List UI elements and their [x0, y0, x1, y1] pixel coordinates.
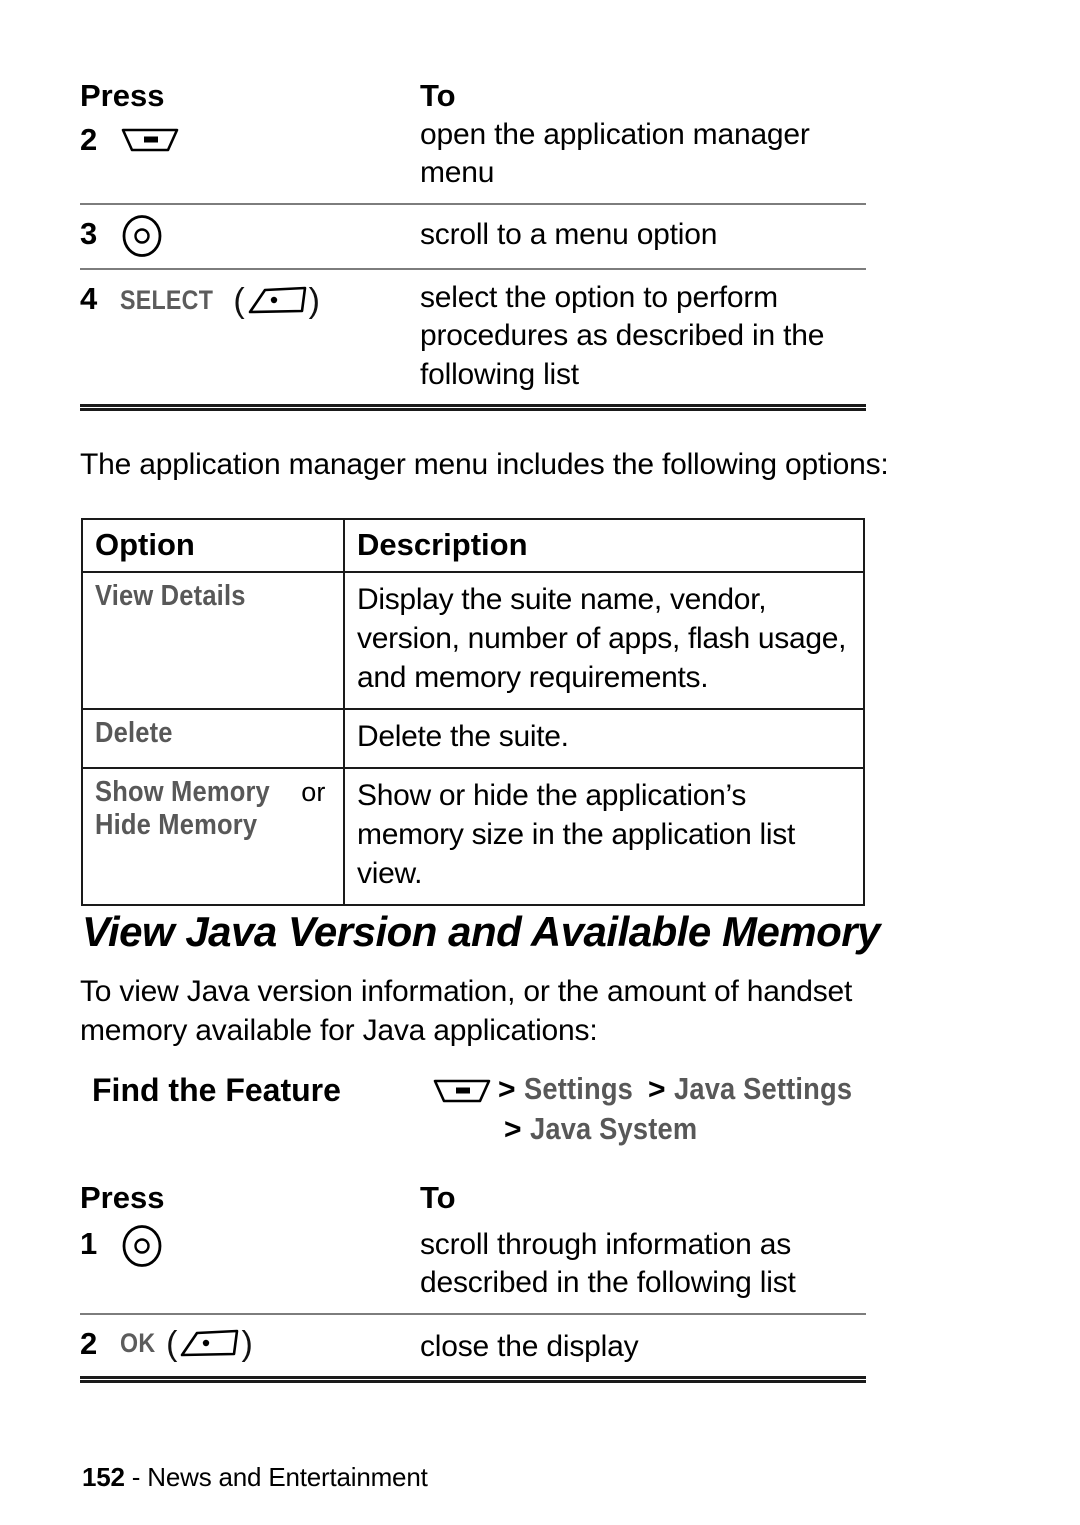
- to-cell: close the display: [420, 1320, 866, 1366]
- section-intro-paragraph: To view Java version information, or the…: [80, 975, 853, 1047]
- to-cell: scroll to a menu option: [420, 210, 866, 254]
- menu-key-icon: [120, 125, 180, 155]
- breadcrumb-settings: Settings: [524, 1071, 634, 1106]
- press-cell: 2: [80, 116, 420, 160]
- close-paren: ): [308, 281, 320, 320]
- step-description: select the option to perform procedures …: [420, 280, 825, 391]
- option-description-cell: Show or hide the application’s memory si…: [343, 767, 865, 906]
- table-row: 2 OK ( ) close the display: [80, 1315, 866, 1376]
- menu-key-icon: [432, 1076, 492, 1106]
- option-description-cell: Delete the suite.: [343, 708, 865, 769]
- step-description: close the display: [420, 1329, 639, 1363]
- find-the-feature-label-wrap: Find the Feature: [92, 1072, 341, 1109]
- document-page: Press To 2 open the application manager …: [0, 0, 1080, 1525]
- press-cell: 1: [80, 1220, 420, 1268]
- option-description: Display the suite name, vendor, version,…: [357, 583, 847, 694]
- feature-path-line-1: > Settings > Java Settings: [432, 1070, 892, 1108]
- step-number: 2: [80, 1325, 98, 1361]
- option-name-conjunction: or: [293, 777, 326, 807]
- steps-header-row-bottom: Press To: [80, 1180, 866, 1216]
- press-column-header: Press: [80, 1180, 165, 1215]
- path-separator-icon: >: [504, 1113, 522, 1146]
- find-the-feature-path: > Settings > Java Settings > Java System: [432, 1070, 892, 1148]
- key-graphic: OK ( ): [120, 1320, 253, 1364]
- soft-key-icon: [177, 1327, 241, 1361]
- to-cell: open the application manager menu: [420, 116, 866, 193]
- press-column-header: Press: [80, 78, 165, 113]
- table-row: View Details Display the suite name, ven…: [81, 571, 865, 710]
- option-column-header: Option: [95, 527, 195, 562]
- find-the-feature-label: Find the Feature: [92, 1072, 341, 1108]
- navigation-key-icon: [120, 214, 164, 258]
- table-row: 3 scroll to a menu option: [80, 205, 866, 268]
- option-column-header-cell: Option: [81, 518, 345, 573]
- step-description: open the application manager menu: [420, 118, 810, 190]
- press-column-header-cell: Press: [80, 78, 420, 114]
- press-cell: 3: [80, 210, 420, 258]
- press-cell: 4 SELECT ( ): [80, 275, 420, 321]
- to-cell: scroll through information as described …: [420, 1220, 866, 1303]
- option-name: Show Memory: [95, 776, 270, 808]
- press-column-header-cell: Press: [80, 1180, 420, 1216]
- open-paren: (: [166, 1324, 178, 1363]
- table-row: Show Memory or Hide Memory Show or hide …: [81, 767, 865, 906]
- breadcrumb-java-settings: Java Settings: [674, 1071, 853, 1106]
- table-row: Delete Delete the suite.: [81, 708, 865, 769]
- close-paren: ): [241, 1324, 253, 1363]
- to-column-header: To: [420, 1180, 456, 1215]
- table-row: 1 scroll through information as describe…: [80, 1216, 866, 1313]
- key-graphic: [120, 210, 164, 258]
- breadcrumb-java-system: Java System: [530, 1111, 698, 1146]
- table-row: 2 open the application manager menu: [80, 114, 866, 203]
- path-separator-icon: >: [498, 1073, 516, 1106]
- option-name: View Details: [95, 580, 246, 612]
- key-graphic: [120, 1220, 164, 1268]
- option-name-alt: Hide Memory: [95, 809, 258, 841]
- step-number: 2: [80, 122, 98, 157]
- option-name-cell: Delete: [81, 708, 345, 769]
- footer-chapter-name: News and Entertainment: [147, 1462, 428, 1492]
- press-cell: 2 OK ( ): [80, 1320, 420, 1364]
- key-graphic: [120, 116, 180, 160]
- option-description-table: Option Description View Details Display …: [81, 518, 865, 906]
- soft-key-icon: [245, 284, 309, 318]
- description-column-header-cell: Description: [343, 518, 865, 573]
- feature-path-line-2: > Java System: [432, 1108, 892, 1148]
- steps-table-top: Press To 2 open the application manager …: [80, 78, 866, 411]
- section-heading: View Java Version and Available Memory: [82, 908, 881, 955]
- footer-page-number: 152: [82, 1462, 125, 1492]
- open-paren: (: [233, 281, 245, 320]
- option-name-cell: View Details: [81, 571, 345, 710]
- step-number: 3: [80, 215, 98, 251]
- table-bottom-double-rule: [80, 1376, 866, 1384]
- option-name: Delete: [95, 717, 173, 749]
- step-description: scroll to a menu option: [420, 217, 718, 251]
- step-number: 1: [80, 1226, 98, 1261]
- option-name-cell: Show Memory or Hide Memory: [81, 767, 345, 906]
- navigation-key-icon: [120, 1224, 164, 1268]
- footer-separator: -: [124, 1462, 148, 1492]
- key-graphic: SELECT ( ): [120, 275, 320, 321]
- step-description: scroll through information as described …: [420, 1228, 796, 1300]
- table-row: 4 SELECT ( ) select the option to perfor…: [80, 270, 866, 404]
- step-number: 4: [80, 280, 98, 316]
- table-bottom-double-rule: [80, 403, 866, 411]
- intro-paragraph: The application manager menu includes th…: [80, 448, 889, 481]
- steps-header-row-top: Press To: [80, 78, 866, 114]
- softkey-label: OK: [120, 1328, 156, 1359]
- option-table-header-row: Option Description: [81, 518, 865, 573]
- option-description-cell: Display the suite name, vendor, version,…: [343, 571, 865, 710]
- steps-table-bottom: Press To 1 scroll through information as…: [80, 1180, 866, 1384]
- description-column-header: Description: [357, 527, 528, 562]
- path-separator-icon: >: [648, 1073, 666, 1106]
- softkey-label: SELECT: [120, 285, 214, 316]
- to-column-header-cell: To: [420, 1180, 866, 1216]
- option-description: Show or hide the application’s memory si…: [357, 779, 796, 890]
- to-cell: select the option to perform procedures …: [420, 275, 866, 394]
- page-footer: 152 - News and Entertainment: [82, 1462, 428, 1493]
- option-description: Delete the suite.: [357, 720, 569, 753]
- to-column-header-cell: To: [420, 78, 866, 114]
- to-column-header: To: [420, 78, 456, 113]
